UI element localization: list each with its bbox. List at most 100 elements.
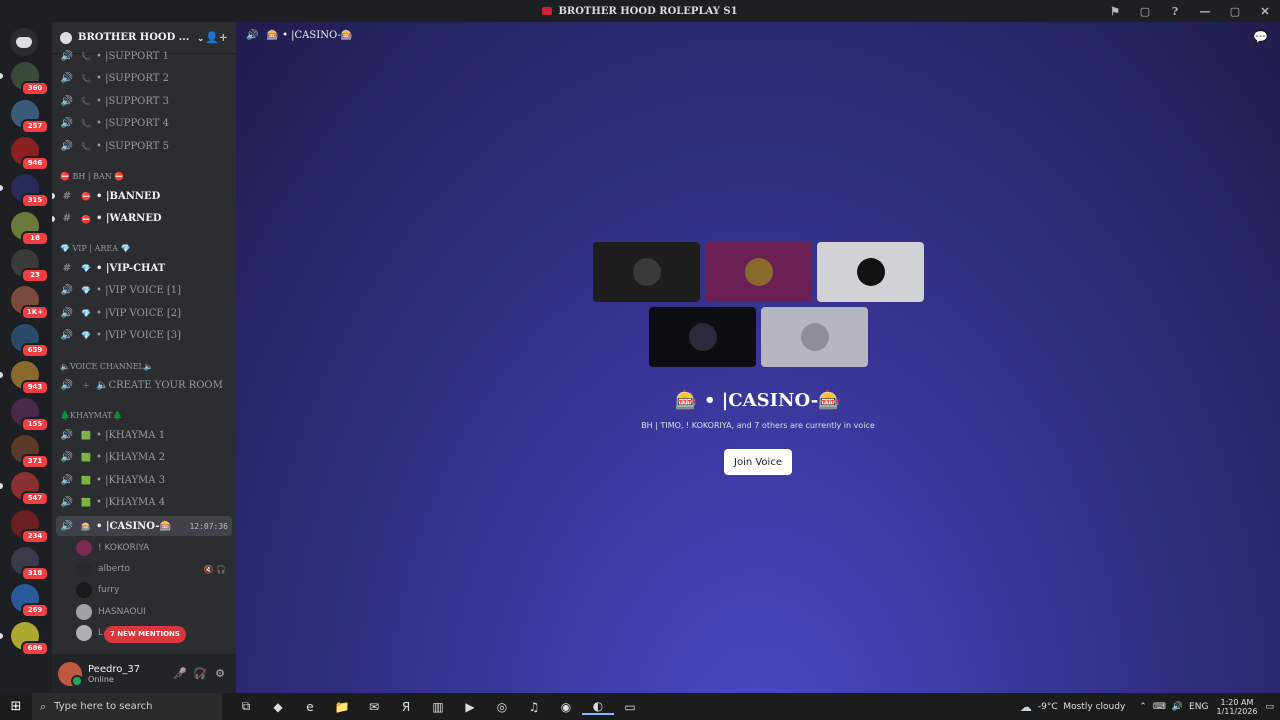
discord-home-button[interactable] <box>10 28 38 56</box>
gear-icon[interactable]: ⚙ <box>210 667 230 680</box>
unread-indicator <box>0 633 3 639</box>
window-controls: ⚑ ▢ ? — ▢ ✕ <box>1100 0 1280 22</box>
channel-banned[interactable]: # ⛔ • |BANNED <box>56 186 232 206</box>
yandex-icon[interactable]: Я <box>390 700 422 714</box>
help-icon[interactable]: ? <box>1160 5 1190 18</box>
channel-emoji: 🎰 <box>81 521 91 531</box>
voice-user-name: furry <box>98 585 120 596</box>
voice-channel-icon: 🔊 <box>60 140 74 152</box>
file-explorer-icon[interactable]: 📁 <box>326 700 358 714</box>
avatar <box>688 323 717 351</box>
notification-icon[interactable]: ▭ <box>1265 702 1274 712</box>
channel-support-5[interactable]: 🔊 📞 • |SUPPORT 5 <box>56 136 232 156</box>
weather-text: Mostly cloudy <box>1063 701 1126 712</box>
channel-emoji: 📞 <box>81 74 91 84</box>
mention-count-badge: 269 <box>21 603 49 618</box>
channel-khayma-3[interactable]: 🔊 🟩 • |KHAYMA 3 <box>56 470 232 490</box>
remote-desktop-icon[interactable]: ▭ <box>614 700 646 714</box>
network-icon[interactable]: ⌨ <box>1153 702 1166 712</box>
discord-icon[interactable]: ◐ <box>582 699 614 715</box>
channel-support-3[interactable]: 🔊 📞 • |SUPPORT 3 <box>56 91 232 111</box>
channel-label: |WARNED <box>105 213 162 225</box>
channel-support-2[interactable]: 🔊 📞 • |SUPPORT 2 <box>56 69 232 89</box>
participant-tile[interactable] <box>593 242 700 302</box>
participant-tile[interactable] <box>817 242 924 302</box>
channel-label: |VIP VOICE [2] <box>105 307 182 319</box>
cloud-icon: ☁ <box>1019 699 1032 714</box>
channel-create-room[interactable]: 🔊 ＋ 🔈CREATE YOUR ROOM <box>56 375 232 395</box>
user-info[interactable]: Peedro_37 Online <box>88 664 140 684</box>
copilot-icon[interactable]: ◆ <box>262 700 294 714</box>
participant-tile[interactable] <box>649 307 756 367</box>
voice-user[interactable]: HASNAOUI <box>76 602 232 622</box>
avatar[interactable] <box>58 661 83 687</box>
server-list: 360 257 946 315 18 23 1K+ 659 943 155 371 547 234 318… <box>0 22 52 693</box>
voice-channel-icon: 🔊 <box>60 73 74 85</box>
task-view-icon[interactable]: ⧉ <box>230 699 262 714</box>
voice-user[interactable]: furry <box>76 580 232 600</box>
channel-support-4[interactable]: 🔊 📞 • |SUPPORT 4 <box>56 114 232 134</box>
channel-khayma-4[interactable]: 🔊 🟩 • |KHAYMA 4 <box>56 493 232 513</box>
channel-label: |BANNED <box>105 190 161 202</box>
join-voice-button[interactable]: Join Voice <box>724 449 792 475</box>
user-status: Online <box>88 674 114 684</box>
avatar <box>76 624 92 641</box>
channel-emoji: 📞 <box>81 96 91 106</box>
channel-label: |VIP VOICE [1] <box>105 285 182 297</box>
windows-start-icon[interactable]: ⊞ <box>0 699 32 714</box>
clock[interactable]: 1:20 AM 1/11/2026 <box>1216 698 1257 716</box>
category-khaymat[interactable]: 🌲KHAYMAT🌲 <box>60 411 122 420</box>
chat-icon[interactable]: 💬 <box>1253 30 1268 44</box>
add-user-icon[interactable]: 👤+ <box>205 31 228 44</box>
channel-support-1[interactable]: 🔊 📞 • |SUPPORT 1 <box>56 46 232 66</box>
channel-khayma-2[interactable]: 🔊 🟩 • |KHAYMA 2 <box>56 448 232 468</box>
channel-vip-3[interactable]: 🔊 💎 • |VIP VOICE [3] <box>56 326 232 346</box>
channel-warned[interactable]: # ⛔ • |WARNED <box>56 209 232 229</box>
discord-logo-icon <box>16 36 32 48</box>
screen-share-icon[interactable]: ▢ <box>1130 5 1160 18</box>
taskbar-apps: ⧉ ◆ e 📁 ✉ Я ▥ ▶ ◎ ♫ ◉ ◐ ▭ <box>230 699 646 715</box>
unread-indicator <box>0 73 3 79</box>
voice-channel-icon: 🔊 <box>60 497 74 509</box>
edge-icon[interactable]: e <box>294 700 326 714</box>
taskbar-search[interactable]: ⌕ Type here to search <box>32 693 222 720</box>
channel-khayma-1[interactable]: 🔊 🟩 • |KHAYMA 1 <box>56 425 232 445</box>
avatar <box>800 323 829 351</box>
new-mentions-badge[interactable]: 7 NEW MENTIONS <box>104 626 186 643</box>
channel-vip-1[interactable]: 🔊 💎 • |VIP VOICE [1] <box>56 281 232 301</box>
weather-widget[interactable]: ☁ -9°C Mostly cloudy <box>1020 700 1125 714</box>
category-voice-channel[interactable]: 🔈VOICE CHANNEL🔈 <box>60 362 154 371</box>
channel-casino[interactable]: 🔊 🎰 • |CASINO-🎰 12:07:36 <box>56 516 232 536</box>
github-icon[interactable]: ◎ <box>486 700 518 714</box>
chrome-icon[interactable]: ◉ <box>550 700 582 714</box>
channel-vip-0[interactable]: # 💎 • |VIP-CHAT <box>56 258 232 278</box>
spotify-icon[interactable]: ♫ <box>518 700 550 714</box>
volume-icon[interactable]: 🔊 <box>1172 702 1183 712</box>
channel-vip-2[interactable]: 🔊 💎 • |VIP VOICE [2] <box>56 303 232 323</box>
participant-tile[interactable] <box>761 307 868 367</box>
voice-user[interactable]: ! KOKORIYA <box>76 538 232 558</box>
voice-participants-text: BH | ƬIMO, ! KOKORIYA, and 7 others are … <box>641 421 875 430</box>
outlook-icon[interactable]: ✉ <box>358 700 390 714</box>
voice-user[interactable]: alberto 🔇 🎧 <box>76 559 232 579</box>
close-button[interactable]: ✕ <box>1250 5 1280 18</box>
participant-tile[interactable] <box>705 242 812 302</box>
maximize-button[interactable]: ▢ <box>1220 5 1250 18</box>
tray-chevron-icon[interactable]: ⌃ <box>1139 702 1147 712</box>
channel-label: |SUPPORT 2 <box>105 73 169 85</box>
avatar <box>76 603 92 620</box>
category-vip-area[interactable]: 💎 VIP | AREA 💎 <box>60 244 131 253</box>
mic-muted-icon[interactable]: 🎤̸ <box>170 667 190 680</box>
channel-label: |KHAYMA 2 <box>105 452 166 464</box>
voice-channel-icon: 🔊 <box>60 285 74 297</box>
category-bh-ban[interactable]: ⛔ BH | BAN ⛔ <box>60 172 124 181</box>
inbox-icon[interactable]: ⚑ <box>1100 5 1130 18</box>
channel-label: 🔈CREATE YOUR ROOM <box>96 379 223 391</box>
channel-emoji: 📞 <box>81 141 91 151</box>
deafen-icon[interactable]: 🎧̸ <box>190 667 210 680</box>
clock-date: 1/11/2026 <box>1216 706 1258 716</box>
language-indicator[interactable]: ENG <box>1189 702 1208 712</box>
chart-app-icon[interactable]: ▥ <box>422 700 454 714</box>
youtube-icon[interactable]: ▶ <box>454 700 486 714</box>
minimize-button[interactable]: — <box>1190 5 1220 18</box>
